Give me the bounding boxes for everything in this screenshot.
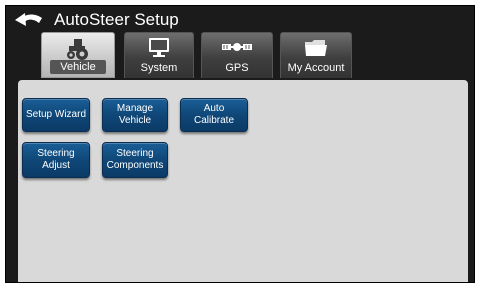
tab-system[interactable]: System xyxy=(124,32,194,78)
tab-vehicle-label: Vehicle xyxy=(50,60,106,74)
tab-gps[interactable]: GPS xyxy=(201,32,273,78)
folder-icon xyxy=(303,37,329,64)
auto-calibrate-button[interactable]: Auto Calibrate xyxy=(180,98,248,132)
tab-strip: Vehicle System GPS My Account xyxy=(6,32,474,82)
steering-adjust-label: Steering Adjust xyxy=(37,148,75,171)
setup-wizard-button[interactable]: Setup Wizard xyxy=(22,98,90,132)
tab-vehicle[interactable]: Vehicle xyxy=(41,32,115,78)
page-title: AutoSteer Setup xyxy=(54,10,179,29)
satellite-icon xyxy=(220,37,254,62)
title-bar: AutoSteer Setup xyxy=(6,6,474,34)
tab-gps-label: GPS xyxy=(225,62,249,74)
tab-my-account[interactable]: My Account xyxy=(280,32,352,78)
tab-system-label: System xyxy=(140,62,178,74)
steering-components-button[interactable]: Steering Components xyxy=(102,142,168,178)
manage-vehicle-label: Manage Vehicle xyxy=(116,103,154,126)
monitor-icon xyxy=(147,37,171,64)
tab-my-account-label: My Account xyxy=(287,62,345,74)
back-button[interactable] xyxy=(12,9,46,31)
back-arrow-icon xyxy=(15,13,42,26)
steering-components-label: Steering Components xyxy=(106,148,164,171)
manage-vehicle-button[interactable]: Manage Vehicle xyxy=(102,98,168,132)
autosteer-setup-screen: AutoSteer Setup Vehicle System GPS My Ac… xyxy=(5,5,475,283)
setup-wizard-label: Setup Wizard xyxy=(25,109,87,120)
auto-calibrate-label: Auto Calibrate xyxy=(193,103,235,126)
steering-adjust-button[interactable]: Steering Adjust xyxy=(22,142,90,178)
content-panel: Setup Wizard Manage Vehicle Auto Calibra… xyxy=(18,80,468,282)
